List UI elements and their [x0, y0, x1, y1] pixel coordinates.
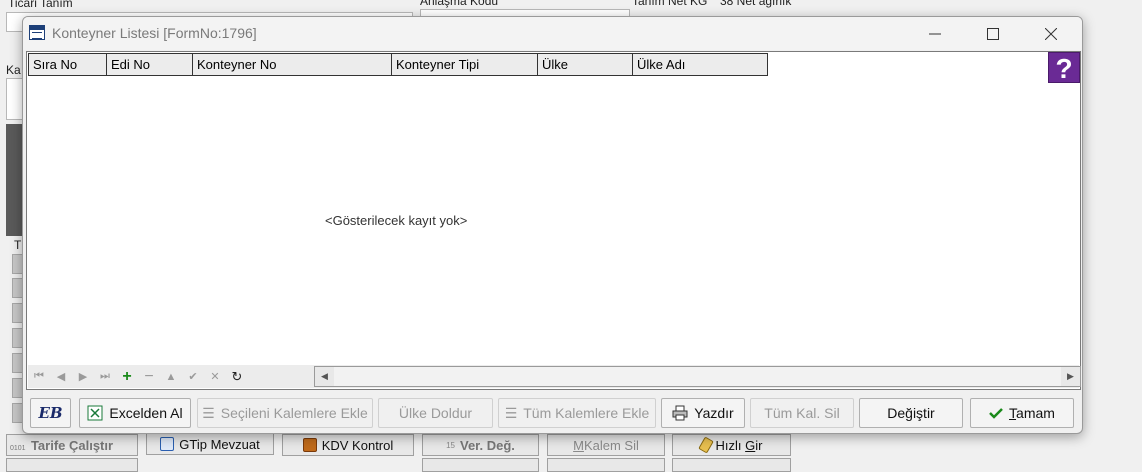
- scroll-right-icon[interactable]: ▶: [1061, 367, 1080, 386]
- list-icon: ☰: [504, 404, 518, 421]
- excelden-al-label: Excelden Al: [109, 405, 183, 421]
- degistir-label: Değiştir: [887, 405, 935, 421]
- pencil-icon: [697, 436, 714, 454]
- eb-label: EB: [38, 404, 63, 422]
- tum-kal-sil-label: Tüm Kal. Sil: [764, 405, 840, 421]
- dialog-title: Konteyner Listesi [FormNo:1796]: [52, 25, 257, 41]
- last-record-icon[interactable]: ⏭: [94, 366, 116, 387]
- hizli-label: Hızlı: [715, 437, 746, 453]
- delete-record-icon[interactable]: −: [138, 366, 160, 387]
- kalem-sil-button[interactable]: MKalem Sil: [547, 434, 665, 456]
- tamam-hotkey: T: [1009, 405, 1017, 421]
- checkmark-icon: [989, 408, 1003, 419]
- kalem-sil-label: Kalem Sil: [583, 437, 639, 453]
- grid-navigator: ⏮ ◀ ▶ ⏭ + − ▲ ✔ ✕ ↻ ◀ ▶: [28, 365, 1081, 388]
- title-bar[interactable]: Konteyner Listesi [FormNo:1796]: [23, 17, 1082, 50]
- ka-label: Ka: [6, 63, 21, 77]
- g-hotkey: G: [745, 437, 756, 453]
- next-page-icon[interactable]: ▶: [72, 366, 94, 387]
- tanim-net-kg-label: Tanım Net KG: [632, 0, 708, 8]
- kdv-kontrol-label: KDV Kontrol: [321, 437, 394, 453]
- ulke-doldur-button[interactable]: Ülke Doldur: [378, 398, 493, 428]
- scroll-left-icon[interactable]: ◀: [315, 367, 334, 386]
- column-header-ulke-adi[interactable]: Ülke Adı: [633, 54, 767, 75]
- column-header-edi-no[interactable]: Edi No: [107, 54, 193, 75]
- horizontal-scrollbar[interactable]: ◀ ▶: [314, 366, 1081, 387]
- yazdir-label: Yazdır: [694, 405, 734, 421]
- t-label: T: [14, 238, 22, 252]
- minimize-button[interactable]: [906, 17, 964, 50]
- column-header-ulke[interactable]: Ülke: [538, 54, 633, 75]
- degistir-button[interactable]: Değiştir: [859, 398, 963, 428]
- grid-header: Sıra No Edi No Konteyner No Konteyner Ti…: [28, 53, 768, 76]
- column-header-sira-no[interactable]: Sıra No: [29, 54, 107, 75]
- tamam-button[interactable]: Tamam: [970, 398, 1074, 428]
- column-header-konteyner-no[interactable]: Konteyner No: [193, 54, 392, 75]
- eb-button[interactable]: EB: [30, 398, 71, 428]
- hizli-gir-button[interactable]: Hızlı Gir: [672, 434, 791, 456]
- bg-button-row2[interactable]: [6, 458, 138, 472]
- bg-button-row2[interactable]: [672, 458, 791, 472]
- excel-icon: [87, 405, 103, 421]
- net-agirlik-label: 38 Net ağırlık: [720, 0, 792, 8]
- add-record-icon[interactable]: +: [116, 366, 138, 387]
- tarife-calistir-label: Tarife Çalıştır: [30, 437, 114, 453]
- help-button[interactable]: ?: [1048, 52, 1080, 84]
- bg-button-row2[interactable]: [422, 458, 539, 472]
- column-header-konteyner-tipi[interactable]: Konteyner Tipi: [392, 54, 538, 75]
- ver-deg-label: Ver. Değ.: [459, 437, 515, 453]
- prior-page-icon[interactable]: ◀: [50, 366, 72, 387]
- maximize-icon: [987, 27, 999, 40]
- empty-message: <Gösterilecek kayıt yok>: [325, 213, 468, 228]
- ver-deg-button[interactable]: 15 Ver. Değ.: [422, 434, 539, 456]
- close-icon: [1045, 27, 1057, 40]
- gtip-mevzuat-label: GTip Mevzuat: [179, 436, 260, 452]
- yazdir-button[interactable]: Yazdır: [661, 398, 745, 428]
- excelden-al-button[interactable]: Excelden Al: [79, 398, 191, 428]
- hizli-gir-suffix: ir: [755, 437, 763, 453]
- dialog-button-bar: EB Excelden Al ☰ Seçileni Kalemlere Ekle…: [26, 395, 1081, 431]
- secileni-kalemlere-ekle-button[interactable]: ☰ Seçileni Kalemlere Ekle: [197, 398, 373, 428]
- secileni-kalemlere-ekle-label: Seçileni Kalemlere Ekle: [220, 405, 368, 421]
- maximize-button[interactable]: [964, 17, 1022, 50]
- tum-kalemlere-ekle-label: Tüm Kalemlere Ekle: [523, 405, 650, 421]
- first-record-icon[interactable]: ⏮: [28, 366, 50, 387]
- tum-kal-sil-button[interactable]: Tüm Kal. Sil: [750, 398, 854, 428]
- bg-button-row2[interactable]: [547, 458, 665, 472]
- form-icon: [29, 25, 45, 40]
- m-hotkey: M: [573, 437, 584, 453]
- konteyner-listesi-dialog: Konteyner Listesi [FormNo:1796] Sıra No …: [22, 16, 1083, 434]
- tamam-label: amam: [1016, 405, 1055, 421]
- list-icon: ☰: [202, 404, 215, 421]
- gtip-mevzuat-button[interactable]: GTip Mevzuat: [146, 433, 274, 455]
- kdv-kontrol-button[interactable]: KDV Kontrol: [282, 434, 414, 456]
- copy-icon: [160, 437, 175, 451]
- konteyner-grid[interactable]: Sıra No Edi No Konteyner No Konteyner Ti…: [26, 51, 1081, 390]
- close-button[interactable]: [1022, 17, 1080, 50]
- printer-icon: [672, 405, 688, 421]
- edit-record-icon[interactable]: ▲: [160, 366, 182, 387]
- ulke-doldur-label: Ülke Doldur: [398, 405, 473, 421]
- tarife-calistir-button[interactable]: 0101 Tarife Çalıştır: [6, 434, 138, 456]
- tum-kalemlere-ekle-button[interactable]: ☰ Tüm Kalemlere Ekle: [498, 398, 656, 428]
- minimize-icon: [929, 33, 941, 34]
- anlasma-kodu-label: Anlaşma Kodu: [420, 0, 499, 8]
- ticari-tanim-label: Ticari Tanım: [8, 0, 73, 10]
- kdv-icon: [302, 438, 317, 452]
- post-record-icon[interactable]: ✔: [182, 366, 204, 387]
- tarife-prefix: 0101: [10, 445, 26, 452]
- cancel-record-icon[interactable]: ✕: [204, 366, 226, 387]
- ver-deg-prefix: 15: [446, 440, 455, 450]
- refresh-icon[interactable]: ↻: [226, 366, 248, 387]
